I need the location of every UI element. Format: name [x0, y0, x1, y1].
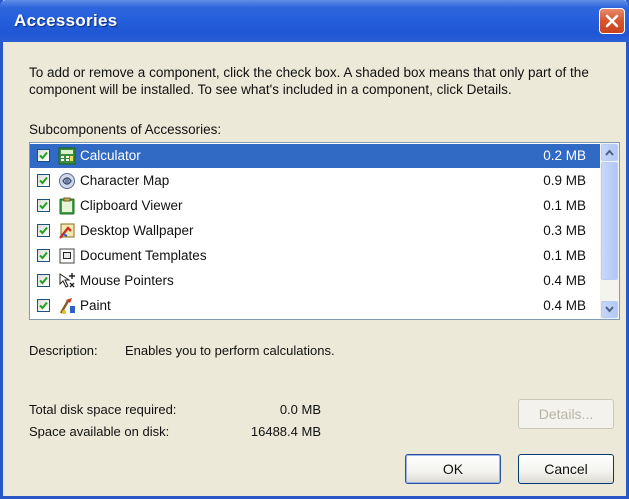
component-item-mouse-pointers[interactable]: Mouse Pointers 0.4 MB	[30, 269, 600, 293]
cancel-button[interactable]: Cancel	[518, 454, 614, 484]
components-list[interactable]: Calculator 0.2 MB Character Map 0.9 MB C…	[29, 142, 620, 320]
available-space-label: Space available on disk:	[29, 424, 170, 439]
chevron-down-icon	[605, 306, 614, 313]
component-checkbox[interactable]	[37, 199, 50, 212]
component-size: 0.9 MB	[543, 173, 586, 188]
total-space-label: Total disk space required:	[29, 402, 177, 417]
component-checkbox[interactable]	[37, 149, 50, 162]
available-space-value: 16488.4 MB	[250, 424, 321, 439]
component-checkbox[interactable]	[37, 174, 50, 187]
component-size: 0.2 MB	[543, 148, 586, 163]
close-icon	[605, 14, 619, 28]
component-name: Character Map	[80, 173, 170, 188]
scroll-down-button[interactable]	[601, 301, 618, 318]
component-item-document-templates[interactable]: Document Templates 0.1 MB	[30, 244, 600, 268]
accessories-dialog: Accessories To add or remove a component…	[0, 0, 629, 499]
component-size: 0.1 MB	[543, 248, 586, 263]
list-scrollbar[interactable]	[600, 143, 619, 319]
description-label: Description:	[29, 343, 98, 358]
component-checkbox[interactable]	[37, 224, 50, 237]
window-title: Accessories	[14, 11, 118, 30]
wallpaper-icon	[58, 222, 76, 240]
component-item-clipboard-viewer[interactable]: Clipboard Viewer 0.1 MB	[30, 194, 600, 218]
component-size: 0.4 MB	[543, 298, 586, 313]
component-size: 0.1 MB	[543, 198, 586, 213]
checkmark-icon	[39, 301, 48, 310]
mouse-pointer-icon	[58, 272, 76, 290]
component-name: Desktop Wallpaper	[80, 223, 194, 238]
checkmark-icon	[39, 251, 48, 260]
calculator-icon	[58, 147, 76, 165]
checkmark-icon	[39, 176, 48, 185]
details-button[interactable]: Details...	[518, 399, 614, 429]
component-checkbox[interactable]	[37, 249, 50, 262]
component-item-paint[interactable]: Paint 0.4 MB	[30, 294, 600, 318]
component-item-desktop-wallpaper[interactable]: Desktop Wallpaper 0.3 MB	[30, 219, 600, 243]
ok-button[interactable]: OK	[405, 454, 501, 484]
checkmark-icon	[39, 201, 48, 210]
component-size: 0.4 MB	[543, 273, 586, 288]
scroll-up-button[interactable]	[601, 144, 618, 161]
scroll-thumb[interactable]	[601, 162, 618, 280]
component-checkbox[interactable]	[37, 299, 50, 312]
title-bar[interactable]: Accessories	[0, 0, 629, 42]
component-size: 0.3 MB	[543, 223, 586, 238]
subcomponents-label: Subcomponents of Accessories:	[29, 122, 222, 137]
character-map-icon	[58, 172, 76, 190]
description-text: Enables you to perform calculations.	[125, 343, 335, 358]
instructions-text: To add or remove a component, click the …	[29, 65, 589, 97]
close-button[interactable]	[599, 8, 625, 34]
total-space-value: 0.0 MB	[279, 402, 321, 417]
component-name: Paint	[80, 298, 111, 313]
checkmark-icon	[39, 276, 48, 285]
paint-icon	[58, 297, 76, 315]
component-item-calculator[interactable]: Calculator 0.2 MB	[30, 144, 600, 168]
component-name: Document Templates	[80, 248, 207, 263]
checkmark-icon	[39, 226, 48, 235]
document-template-icon	[58, 247, 76, 265]
components-list-items: Calculator 0.2 MB Character Map 0.9 MB C…	[30, 143, 600, 319]
checkmark-icon	[39, 151, 48, 160]
component-item-character-map[interactable]: Character Map 0.9 MB	[30, 169, 600, 193]
clipboard-icon	[58, 197, 76, 215]
chevron-up-icon	[605, 149, 614, 156]
component-name: Clipboard Viewer	[80, 198, 183, 213]
component-checkbox[interactable]	[37, 274, 50, 287]
component-name: Calculator	[80, 148, 141, 163]
component-name: Mouse Pointers	[80, 273, 174, 288]
